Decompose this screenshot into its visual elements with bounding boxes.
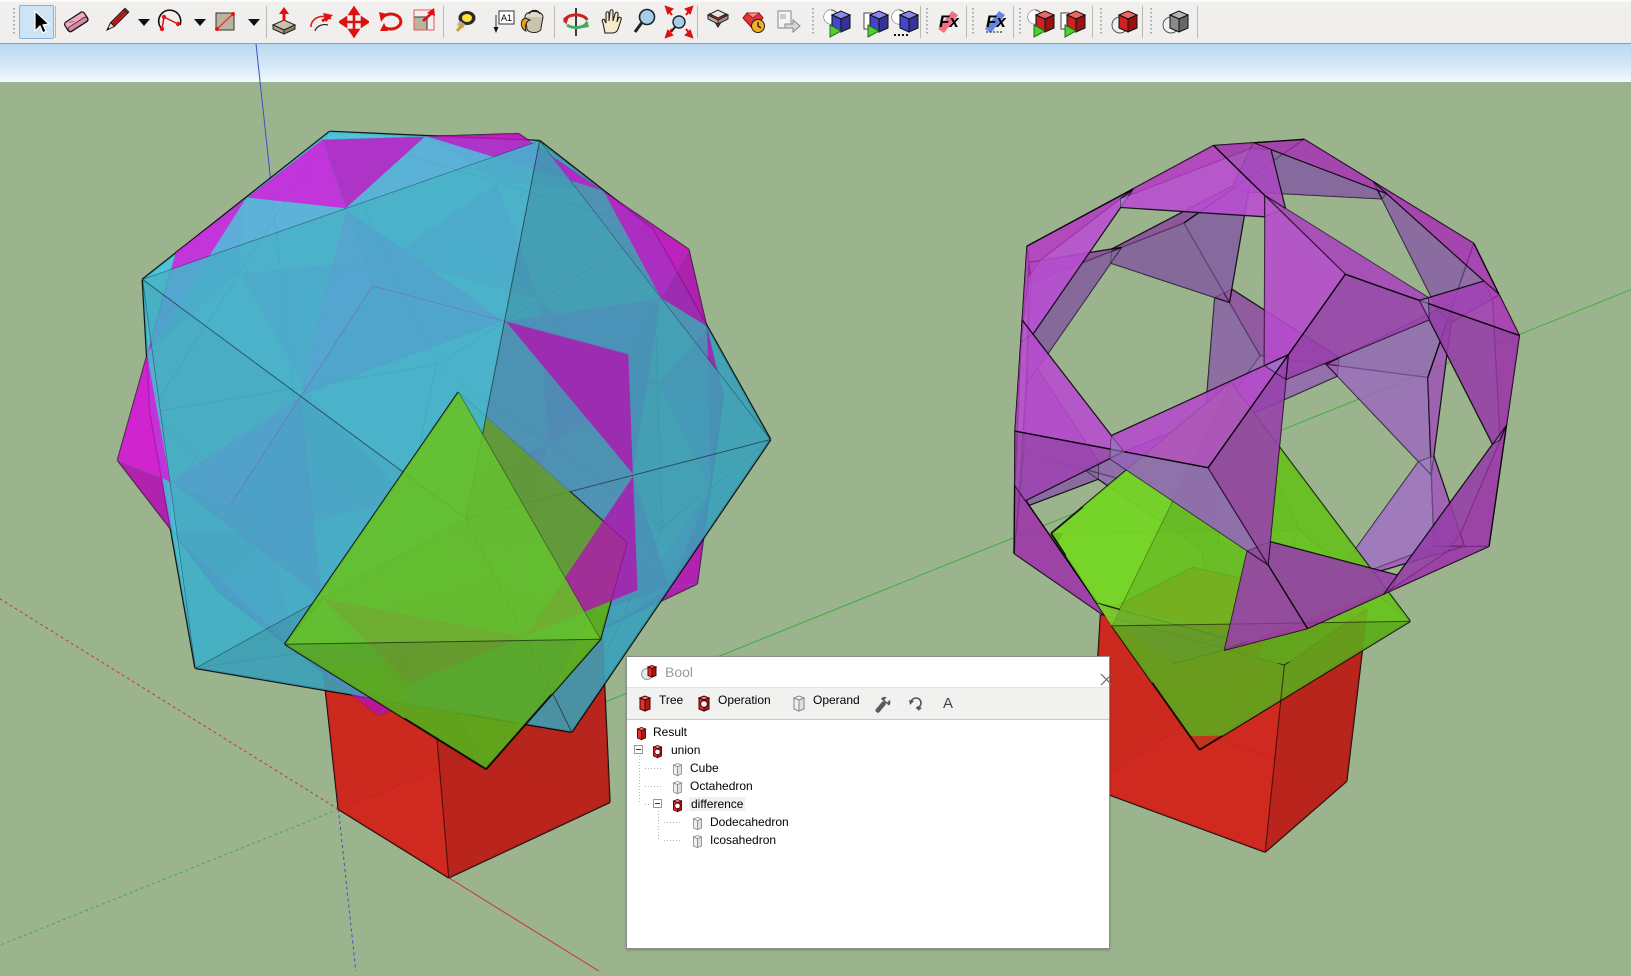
svg-text:Fx: Fx xyxy=(986,12,1007,31)
svg-text:Fx: Fx xyxy=(939,12,960,31)
svg-text:A1: A1 xyxy=(501,13,512,23)
